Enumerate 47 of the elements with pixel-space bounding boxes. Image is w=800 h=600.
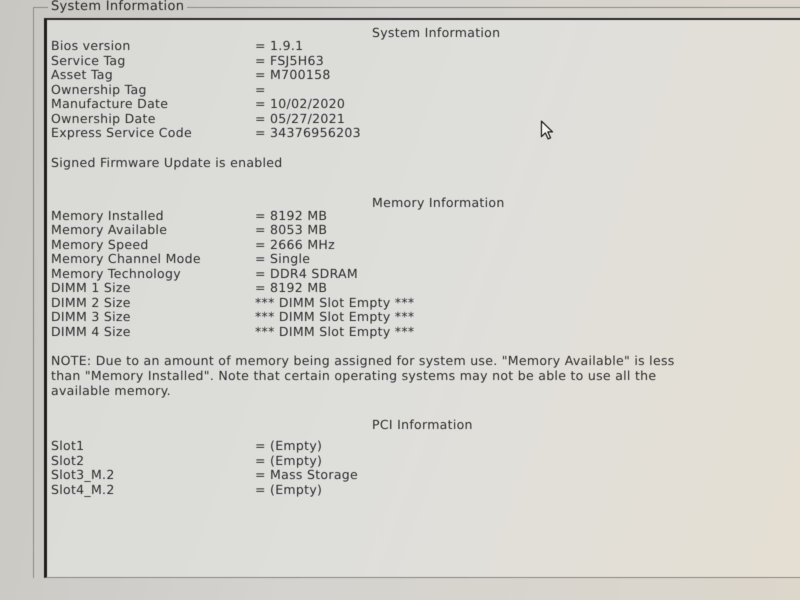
field-label: Memory Available — [51, 223, 168, 238]
field-label: Slot1 — [51, 439, 84, 454]
field-value: = 05/27/2021 — [255, 112, 346, 126]
field-label: Express Service Code — [51, 126, 192, 140]
group-box-title: System Information — [50, 0, 186, 14]
field-label: DIMM 4 Size — [51, 324, 131, 339]
field-value: = M700158 — [255, 68, 331, 82]
field-value: = Mass Storage — [255, 468, 358, 482]
mouse-pointer-icon — [540, 120, 554, 140]
field-value: = 8192 MB — [255, 281, 328, 296]
field-value: = 2666 MHz — [255, 238, 335, 252]
field-value: *** DIMM Slot Empty *** — [255, 296, 414, 310]
section-title: System Information — [372, 26, 500, 39]
field-label: Memory Speed — [51, 238, 149, 252]
field-value: *** DIMM Slot Empty *** — [255, 324, 414, 339]
field-label: DIMM 3 Size — [51, 310, 131, 324]
field-value: = FSJ5H63 — [255, 54, 324, 68]
field-value: *** DIMM Slot Empty *** — [255, 310, 414, 324]
field-label: Slot2 — [51, 454, 84, 468]
field-label: DIMM 1 Size — [51, 281, 131, 296]
field-label: Slot4_M.2 — [51, 482, 115, 497]
field-value: = 10/02/2020 — [255, 97, 346, 112]
field-value: = 34376956203 — [255, 126, 361, 140]
field-label: Manufacture Date — [51, 97, 168, 112]
note-text: NOTE: Due to an amount of memory being assigned for system use. "Memory Available" is less than "Memory Installed". Note that certain operating systems may not be able to use all the available memory. — [51, 353, 676, 398]
section-title: PCI Information — [372, 418, 473, 431]
field-label: Service Tag — [51, 54, 126, 68]
field-value: = (Empty) — [255, 439, 322, 454]
field-label: Ownership Date — [51, 112, 156, 126]
field-label: Memory Channel Mode — [51, 252, 201, 266]
field-value: = Single — [255, 252, 310, 266]
field-label: Asset Tag — [51, 68, 114, 82]
field-value: = — [255, 82, 266, 97]
field-label: Slot3_M.2 — [51, 468, 115, 482]
field-value: = DDR4 SDRAM — [255, 266, 358, 281]
field-value: = 8053 MB — [255, 223, 328, 238]
field-label: Ownership Tag — [51, 82, 147, 97]
field-label: DIMM 2 Size — [51, 296, 131, 310]
field-label: Memory Technology — [51, 266, 181, 281]
field-value: = 8192 MB — [255, 208, 328, 223]
field-label: Memory Installed — [51, 208, 164, 223]
field-value: = (Empty) — [255, 482, 322, 497]
note-text: Signed Firmware Update is enabled — [51, 154, 284, 170]
field-value: = 1.9.1 — [255, 39, 304, 54]
field-value: = (Empty) — [255, 454, 322, 468]
section-title: Memory Information — [372, 196, 505, 208]
field-label: Bios version — [51, 39, 131, 54]
